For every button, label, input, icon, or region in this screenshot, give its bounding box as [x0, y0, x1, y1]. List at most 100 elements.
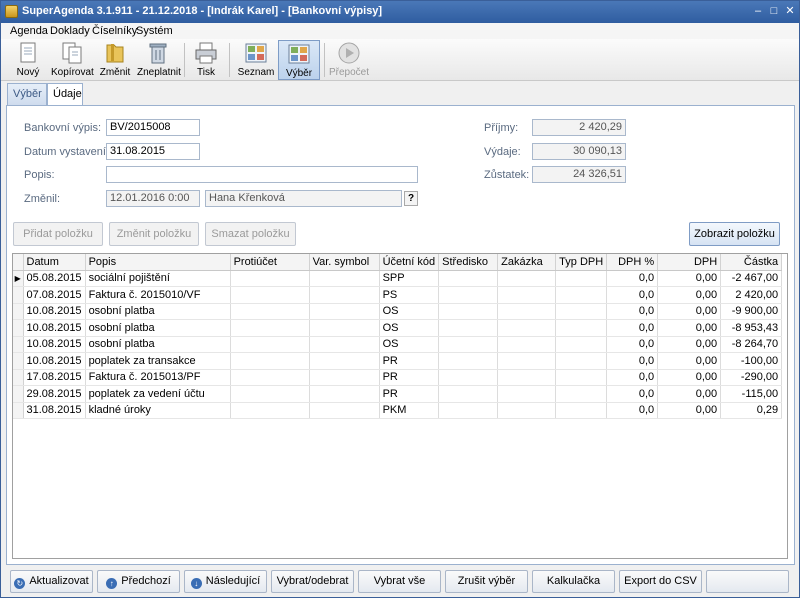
column-header[interactable]: Var. symbol [309, 254, 380, 271]
table-cell [309, 402, 380, 419]
table-cell [309, 270, 380, 287]
select-button[interactable]: Výběr [278, 40, 320, 80]
row-indicator [13, 385, 24, 403]
balance-label: Zůstatek: [484, 169, 530, 181]
table-cell [230, 336, 310, 353]
table-row[interactable]: 10.08.2015 poplatek za transakce PR 0,0 0,00… [13, 352, 783, 370]
column-header[interactable]: Typ DPH [555, 254, 608, 271]
table-row[interactable]: 29.08.2015 poplatek za vedení účtu PR 0,0 0,… [13, 385, 783, 403]
bottom-bar: ↻ Aktualizovat ↑ Předchozí ↓ Následující Vy… [1, 567, 799, 597]
new-label: Nový [16, 67, 40, 78]
print-button[interactable]: Tisk [189, 40, 223, 80]
table-row[interactable]: ▶ 05.08.2015 sociální pojištění SPP 0,0 0,00-… [13, 270, 783, 287]
copy-button[interactable]: Kopírovat [51, 40, 94, 80]
menu-agenda[interactable]: Agenda [10, 25, 48, 37]
refresh-button[interactable]: ↻ Aktualizovat [10, 570, 93, 593]
table-cell: 0,00 [657, 286, 722, 304]
table-cell: 0,0 [606, 270, 659, 287]
table-cell: osobní platba [85, 336, 231, 353]
date-label: Datum vystavení: [24, 146, 109, 158]
table-cell [309, 303, 380, 320]
app-icon [5, 5, 18, 18]
new-button[interactable]: Nový [9, 40, 47, 80]
menu-ciselniky[interactable]: Číselníky [92, 25, 137, 37]
next-button[interactable]: ↓ Následující [184, 570, 267, 593]
tab-vyber[interactable]: Výběr [7, 83, 47, 105]
table-cell [497, 402, 557, 419]
table-cell: 10.08.2015 [23, 336, 86, 353]
row-indicator-header [13, 254, 24, 271]
cancel-selection-button[interactable]: Zrušit výběr [445, 570, 528, 593]
statement-input[interactable]: BV/2015008 [106, 119, 200, 136]
previous-label: Předchozí [121, 575, 171, 587]
table-row[interactable]: 10.08.2015 osobní platba OS 0,0 0,00 -8 264,7… [13, 336, 783, 353]
income-field: 2 420,29 [532, 119, 626, 136]
calculator-button[interactable]: Kalkulačka [532, 570, 615, 593]
table-cell [230, 402, 310, 419]
delete-item-button[interactable]: Smazat položku [205, 222, 296, 246]
edit-button[interactable]: Změnit [97, 40, 133, 80]
export-csv-button[interactable]: Export do CSV [619, 570, 702, 593]
column-header[interactable]: Účetní kód [379, 254, 440, 271]
select-all-button[interactable]: Vybrat vše [358, 570, 441, 593]
menu-doklady[interactable]: Doklady [50, 25, 90, 37]
table-cell: 0,0 [606, 352, 659, 370]
column-header[interactable]: Středisko [438, 254, 499, 271]
column-header[interactable]: Zakázka [497, 254, 557, 271]
table-cell: 0,0 [606, 319, 659, 337]
table-row[interactable]: 31.08.2015 kladné úroky PKM 0,0 0,00 0,29 [13, 402, 783, 419]
show-item-button[interactable]: Zobrazit položku [689, 222, 780, 246]
changed-user-field: Hana Křenková [205, 190, 402, 207]
table-cell: 0,0 [606, 369, 659, 386]
arrow-down-icon: ↓ [190, 578, 202, 589]
table-cell: 0,00 [657, 369, 722, 386]
folder-edit-icon [106, 44, 124, 63]
table-cell [230, 369, 310, 386]
empty-button[interactable] [706, 570, 789, 593]
column-header[interactable]: DPH % [606, 254, 659, 271]
table-cell: 0,00 [657, 402, 722, 419]
copy-icon [62, 42, 82, 64]
help-button[interactable]: ? [404, 191, 418, 206]
refresh-icon: ↻ [14, 578, 26, 589]
table-cell: 29.08.2015 [23, 385, 86, 403]
column-header[interactable]: DPH [657, 254, 722, 271]
list-button[interactable]: Seznam [237, 40, 275, 80]
tab-udaje[interactable]: Údaje [47, 83, 83, 106]
toggle-select-button[interactable]: Vybrat/odebrat [271, 570, 354, 593]
toolbar: Nový Kopírovat Změnit Zneplatnit Tisk Se… [1, 39, 799, 81]
minimize-button[interactable]: – [751, 5, 765, 18]
column-header[interactable]: Protiúčet [230, 254, 310, 271]
table-cell [438, 286, 499, 304]
table-cell: -2 467,00 [720, 270, 783, 287]
row-indicator [13, 303, 24, 320]
menu-system[interactable]: Systém [136, 25, 173, 37]
table-cell: 0,0 [606, 402, 659, 419]
select-view-icon [288, 44, 310, 64]
previous-button[interactable]: ↑ Předchozí [97, 570, 180, 593]
table-cell [555, 336, 608, 353]
table-cell: -100,00 [720, 352, 783, 370]
column-header[interactable]: Datum [23, 254, 86, 271]
table-cell [497, 385, 557, 403]
table-cell: PS [379, 286, 440, 304]
maximize-button[interactable]: □ [767, 5, 781, 18]
table-cell: 10.08.2015 [23, 319, 86, 337]
new-document-icon [20, 42, 36, 63]
close-button[interactable]: ✕ [783, 5, 797, 18]
trash-icon [149, 43, 167, 64]
edit-item-button[interactable]: Změnit položku [109, 222, 199, 246]
recalc-button[interactable]: Přepočet [328, 40, 370, 80]
column-header[interactable]: Částka [720, 254, 783, 271]
invalidate-button[interactable]: Zneplatnit [137, 40, 181, 80]
description-input[interactable] [106, 166, 418, 183]
table-row[interactable]: 07.08.2015 Faktura č. 2015010/VF PS 0,0 0,00… [13, 286, 783, 304]
table-cell: 31.08.2015 [23, 402, 86, 419]
column-header[interactable]: Popis [85, 254, 231, 271]
table-row[interactable]: 17.08.2015 Faktura č. 2015013/PF PR 0,0 0,00… [13, 369, 783, 386]
table-row[interactable]: 10.08.2015 osobní platba OS 0,0 0,00 -9 900,0… [13, 303, 783, 320]
date-input[interactable]: 31.08.2015 [106, 143, 200, 160]
add-item-button[interactable]: Přidat položku [13, 222, 103, 246]
table-cell [555, 286, 608, 304]
table-row[interactable]: 10.08.2015 osobní platba OS 0,0 0,00 -8 953,4… [13, 319, 783, 337]
